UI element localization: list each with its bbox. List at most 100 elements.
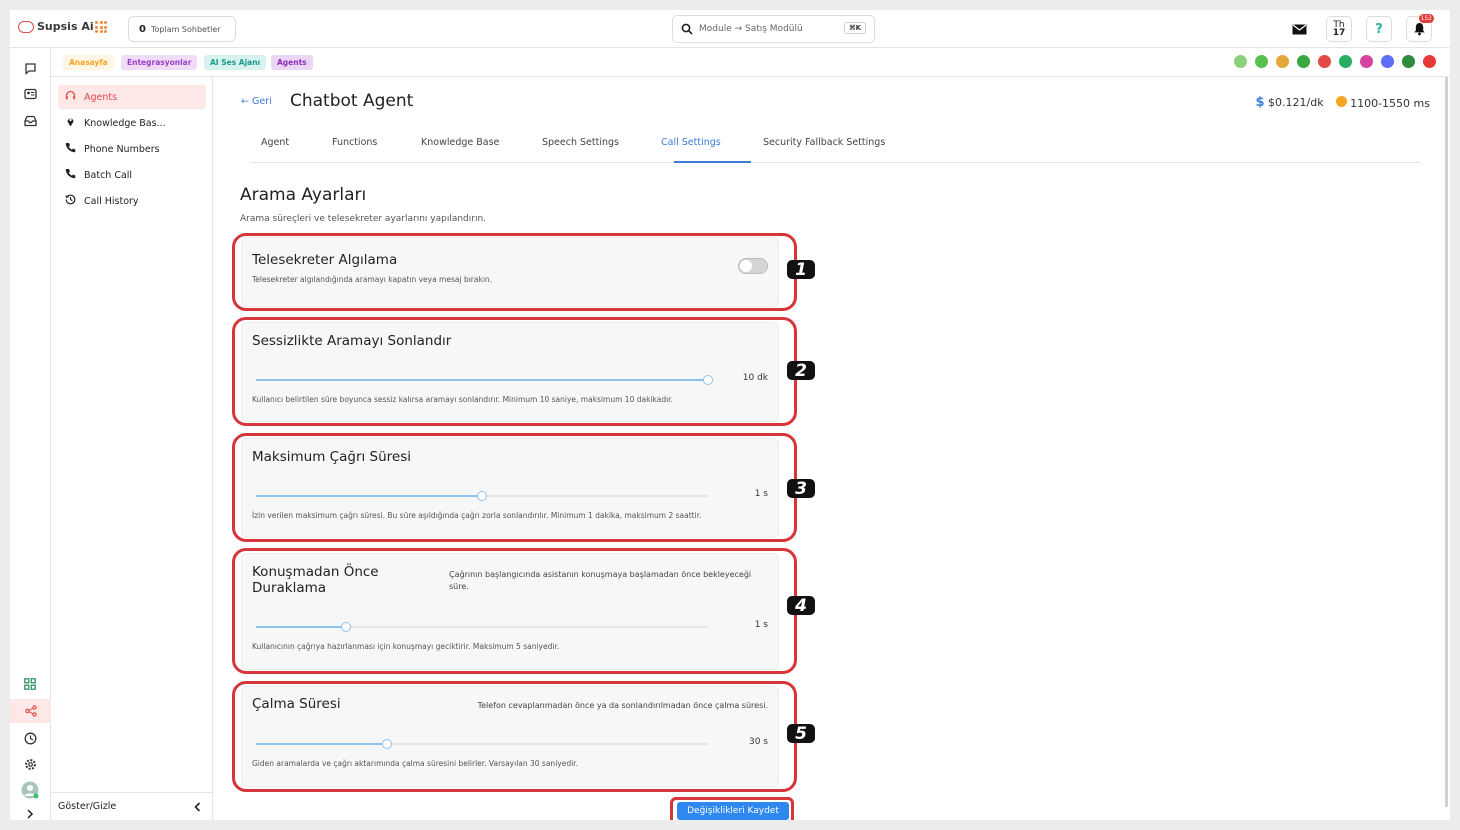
settings-icon[interactable]: [20, 754, 40, 774]
search-input[interactable]: Module → Satış Modülü ⌘K: [672, 15, 875, 43]
search-placeholder: Module → Satış Modülü: [699, 24, 803, 34]
page-title: Chatbot Agent: [290, 91, 414, 111]
tab-call-settings[interactable]: Call Settings: [661, 137, 721, 148]
contacts-icon[interactable]: [20, 84, 40, 104]
total-conversations[interactable]: 0 Toplam Sohbetler: [128, 16, 236, 42]
card-pause-before-speaking: Konuşmadan Önce Duraklama Çağrının başla…: [241, 553, 779, 670]
tab-functions[interactable]: Functions: [332, 137, 377, 148]
card-max-call-duration: Maksimum Çağrı Süresi 1 s İzin verilen m…: [241, 438, 779, 538]
sms-icon[interactable]: [1402, 55, 1415, 68]
voice-agent-icon[interactable]: [1276, 55, 1289, 68]
marker-5: 5: [787, 724, 815, 744]
card-title: Çalma Süresi: [252, 696, 341, 712]
conversations-count: 0: [139, 23, 146, 35]
card-description: Kullanıcı belirtilen süre boyunca sessiz…: [252, 395, 673, 404]
ring-duration-slider[interactable]: [256, 739, 708, 749]
marker-3: 3: [787, 479, 815, 499]
tab-knowledge-base[interactable]: Knowledge Base: [421, 137, 499, 148]
card-description: Kullanıcının çağrıya hazırlanması için k…: [252, 642, 560, 651]
chip-anasayfa[interactable]: Anasayfa: [63, 55, 114, 70]
notification-icon[interactable]: 152: [1406, 14, 1434, 42]
bot-icon[interactable]: [1234, 55, 1247, 68]
arrow-left-icon: ←: [241, 96, 249, 107]
avatar[interactable]: [20, 780, 40, 800]
history-icon: [65, 194, 76, 208]
icon-rail: [10, 48, 51, 820]
chat-icon[interactable]: [20, 58, 40, 78]
alert-icon[interactable]: [1423, 55, 1436, 68]
messenger-icon[interactable]: [1381, 55, 1394, 68]
dollar-icon: $: [1255, 95, 1265, 110]
sidebar-item-batch-call[interactable]: Batch Call: [58, 163, 206, 187]
dashboard-icon[interactable]: [20, 674, 40, 694]
card-description: Giden aramalarda ve çağrı aktarımında ça…: [252, 759, 578, 768]
apps-grid-icon[interactable]: [95, 21, 107, 33]
chip-agents[interactable]: Agents: [271, 55, 313, 70]
scrollbar[interactable]: [1445, 77, 1448, 807]
slider-thumb[interactable]: [477, 491, 487, 501]
brand-logo[interactable]: Supsis Ai: [18, 20, 94, 33]
clock-icon[interactable]: [20, 728, 40, 748]
mail-icon[interactable]: [1286, 16, 1312, 42]
card-silence-timeout: Sessizlikte Aramayı Sonlandır 10 dk Kull…: [241, 322, 779, 422]
search-icon: [681, 23, 693, 35]
slider-thumb[interactable]: [341, 622, 352, 632]
active-tab-indicator: [674, 161, 751, 163]
card-description: İzin verilen maksimum çağrı süresi. Bu s…: [252, 511, 702, 520]
help-icon[interactable]: ?: [1366, 16, 1392, 42]
marker-2: 2: [787, 361, 815, 381]
instagram-icon[interactable]: [1360, 55, 1373, 68]
sidebar-item-call-history[interactable]: Call History: [58, 189, 206, 213]
slider-value: 10 dk: [742, 373, 768, 383]
chip-entegrasyonlar[interactable]: Entegrasyonlar: [121, 55, 198, 70]
pause-before-speaking-slider[interactable]: [256, 622, 708, 632]
sidebar-toggle[interactable]: Göster/Gizle: [51, 792, 213, 820]
breadcrumb: Anasayfa Entegrasyonlar AI Ses Ajanı Age…: [51, 48, 1450, 77]
card-note: Telefon cevaplanmadan önce ya da sonland…: [477, 701, 768, 710]
search-shortcut: ⌘K: [844, 22, 866, 34]
sidebar-item-label: Phone Numbers: [84, 143, 160, 155]
card-title: Maksimum Çağrı Süresi: [252, 449, 412, 465]
chevron-right-icon[interactable]: [20, 804, 40, 820]
list-icon[interactable]: [1255, 55, 1268, 68]
pin-icon: [65, 116, 76, 130]
sidebar-item-label: Agents: [84, 91, 118, 103]
tab-security-fallback-settings[interactable]: Security Fallback Settings: [763, 137, 885, 148]
card-title: Telesekreter Algılama: [252, 252, 398, 268]
card-description: Telesekreter algılandığında aramayı kapa…: [252, 275, 493, 284]
max-call-duration-slider[interactable]: [256, 491, 708, 501]
section-title: Arama Ayarları: [240, 185, 367, 205]
sidebar-item-knowledge-base[interactable]: Knowledge Bas...: [58, 111, 206, 135]
phone-icon: [65, 142, 76, 156]
telegram-icon[interactable]: [1318, 55, 1331, 68]
tab-speech-settings[interactable]: Speech Settings: [542, 137, 619, 148]
slider-thumb[interactable]: [703, 375, 713, 385]
channel-icons: [1234, 55, 1436, 68]
main-content: ← Geri Chatbot Agent $ $0.121/dk 1100-15…: [214, 77, 1448, 820]
inbox-icon[interactable]: [20, 111, 40, 131]
tab-bar: Agent Functions Knowledge Base Speech Se…: [250, 129, 1421, 163]
save-changes-button[interactable]: Değişiklikleri Kaydet: [677, 802, 789, 820]
marker-1: 1: [787, 260, 815, 280]
share-icon[interactable]: [10, 699, 51, 723]
conversations-label: Toplam Sohbetler: [150, 24, 221, 34]
wifi-icon[interactable]: [1297, 55, 1310, 68]
top-bar: Supsis Ai 0 Toplam Sohbetler Module → Sa…: [10, 10, 1450, 48]
whatsapp-icon[interactable]: [1339, 55, 1352, 68]
chip-ai-ses-ajani[interactable]: AI Ses Ajanı: [204, 55, 267, 70]
back-link[interactable]: ← Geri: [241, 96, 272, 107]
sidebar-item-label: Batch Call: [84, 169, 133, 181]
card-ring-duration: Çalma Süresi Telefon cevaplanmadan önce …: [241, 686, 779, 787]
user-badge[interactable]: Th 17: [1326, 16, 1352, 42]
slider-thumb[interactable]: [382, 739, 393, 749]
stopwatch-icon: [1335, 95, 1347, 107]
user-badge-num: 17: [1332, 28, 1346, 38]
card-title: Sessizlikte Aramayı Sonlandır: [252, 333, 452, 349]
answering-machine-toggle[interactable]: [738, 258, 768, 274]
logo-icon: [18, 20, 34, 33]
silence-timeout-slider[interactable]: [256, 375, 713, 385]
sidebar-item-agents[interactable]: Agents: [58, 85, 206, 109]
tab-agent[interactable]: Agent: [261, 137, 289, 148]
sidebar-item-phone-numbers[interactable]: Phone Numbers: [58, 137, 206, 161]
slider-value: 30 s: [748, 737, 768, 747]
